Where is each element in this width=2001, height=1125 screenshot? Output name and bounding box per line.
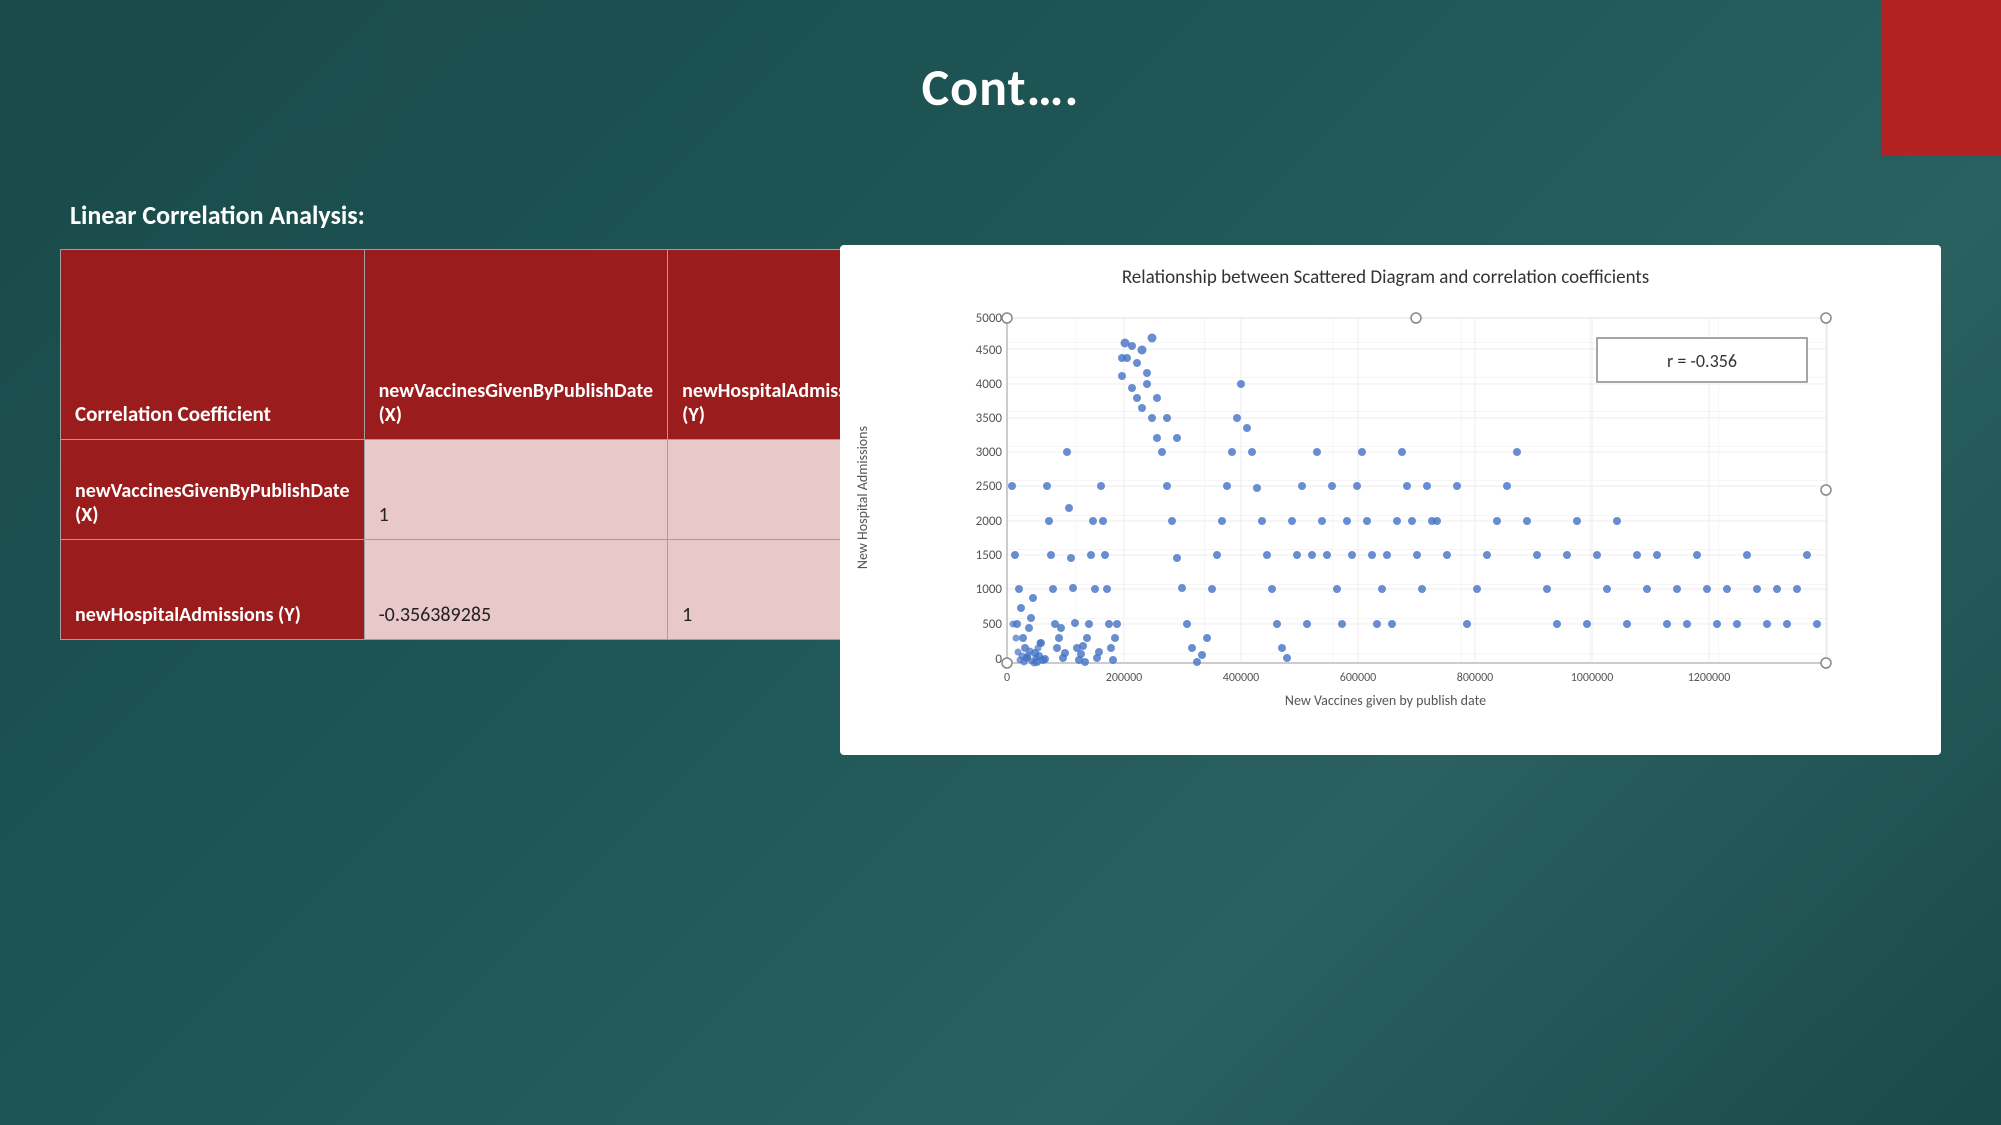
- svg-text:0: 0: [995, 652, 1002, 667]
- correlation-table: Correlation Coefficient newVaccinesGiven…: [60, 249, 896, 640]
- svg-text:4500: 4500: [976, 343, 1003, 358]
- svg-text:5000: 5000: [976, 311, 1003, 326]
- row1-col1: 1: [364, 440, 668, 540]
- row2-label: newHospitalAdmissions (Y): [61, 540, 365, 640]
- svg-text:1000: 1000: [976, 582, 1003, 597]
- svg-text:1000000: 1000000: [1571, 671, 1614, 685]
- svg-text:500: 500: [982, 617, 1002, 632]
- svg-text:2500: 2500: [976, 479, 1003, 494]
- header-col1: newVaccinesGivenByPublishDate (X): [364, 250, 668, 440]
- table-row: newVaccinesGivenByPublishDate (X) 1: [61, 440, 896, 540]
- main-content: Linear Correlation Analysis: Correlation…: [0, 199, 2001, 1124]
- table-row: newHospitalAdmissions (Y) -0.356389285 1: [61, 540, 896, 640]
- chart-area: New Hospital Admissions 5000: [854, 308, 1917, 688]
- svg-text:2000: 2000: [976, 514, 1003, 529]
- svg-text:200000: 200000: [1106, 671, 1143, 685]
- svg-text:0: 0: [1004, 671, 1010, 685]
- svg-text:1200000: 1200000: [1688, 671, 1731, 685]
- x-axis-label: New Vaccines given by publish date: [854, 692, 1917, 709]
- svg-text:r = -0.356: r = -0.356: [1667, 350, 1737, 372]
- svg-text:1500: 1500: [976, 548, 1003, 563]
- row1-label: newVaccinesGivenByPublishDate (X): [61, 440, 365, 540]
- scatter-chart-panel: Relationship between Scattered Diagram a…: [840, 245, 1941, 755]
- chart-title: Relationship between Scattered Diagram a…: [854, 265, 1917, 292]
- y-axis-label: New Hospital Admissions: [854, 426, 871, 569]
- chart-svg: 5000 4500 4000 3500 3000 2500: [877, 308, 1917, 688]
- row2-col1: -0.356389285: [364, 540, 668, 640]
- header-col0: Correlation Coefficient: [61, 250, 365, 440]
- svg-text:3500: 3500: [976, 411, 1003, 426]
- svg-text:600000: 600000: [1340, 671, 1377, 685]
- chart-inner: 5000 4500 4000 3500 3000 2500: [877, 308, 1917, 688]
- table-header-row: Correlation Coefficient newVaccinesGiven…: [61, 250, 896, 440]
- section-label: Linear Correlation Analysis:: [70, 199, 800, 231]
- svg-text:400000: 400000: [1223, 671, 1260, 685]
- svg-text:800000: 800000: [1457, 671, 1494, 685]
- svg-text:4000: 4000: [976, 377, 1003, 392]
- left-panel: Linear Correlation Analysis: Correlation…: [60, 199, 800, 1124]
- svg-text:3000: 3000: [976, 445, 1003, 460]
- page-title: Cont….: [0, 0, 2001, 119]
- red-corner-decoration: [1881, 0, 2001, 155]
